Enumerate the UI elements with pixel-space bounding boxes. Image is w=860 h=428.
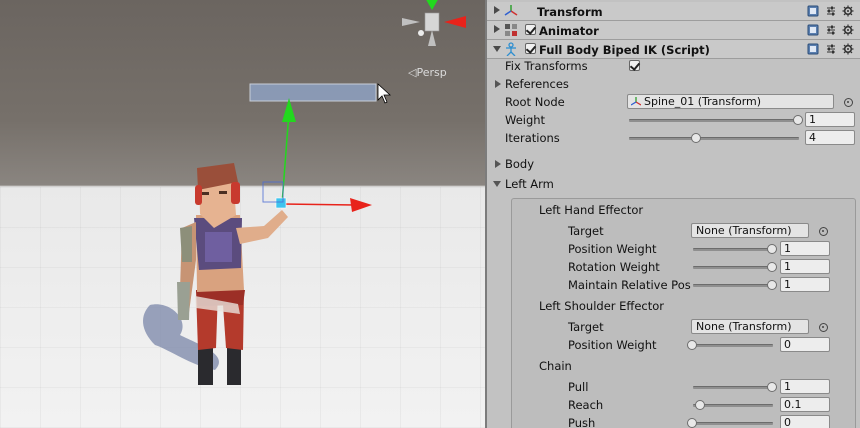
mouse-cursor-icon bbox=[377, 83, 392, 104]
iterations-label: Iterations bbox=[505, 131, 560, 145]
lh-maintain-relative-pos-field[interactable]: 1 bbox=[780, 277, 830, 292]
lh-target-label: Target bbox=[568, 224, 604, 238]
perspective-label[interactable]: ◁Persp bbox=[408, 66, 447, 79]
lh-rotation-weight-track[interactable] bbox=[693, 266, 773, 269]
object-picker-icon[interactable] bbox=[844, 98, 853, 107]
left-hand-effector-heading: Left Hand Effector bbox=[539, 203, 644, 217]
lh-rotation-weight-label: Rotation Weight bbox=[568, 260, 660, 274]
help-book-icon[interactable] bbox=[807, 24, 819, 36]
root-node-value: Spine_01 (Transform) bbox=[644, 95, 762, 108]
transform-component-header[interactable]: Transform bbox=[487, 2, 860, 21]
z-axis-handle[interactable] bbox=[275, 197, 287, 209]
reach-label: Reach bbox=[568, 398, 604, 412]
fold-arrow-icon[interactable] bbox=[493, 46, 501, 52]
animator-component-header[interactable]: Animator bbox=[487, 21, 860, 40]
lh-position-weight-thumb[interactable] bbox=[767, 244, 777, 254]
push-slider-thumb[interactable] bbox=[687, 418, 697, 428]
ls-position-weight-label: Position Weight bbox=[568, 338, 657, 352]
iterations-slider-track[interactable] bbox=[629, 137, 799, 140]
pull-slider-track[interactable] bbox=[693, 386, 773, 389]
left-arm-foldout[interactable]: Left Arm bbox=[505, 177, 554, 191]
preset-sliders-icon[interactable] bbox=[825, 24, 837, 36]
object-picker-icon[interactable] bbox=[819, 227, 828, 236]
transform-icon bbox=[631, 97, 641, 106]
help-book-icon[interactable] bbox=[807, 43, 819, 55]
root-node-field[interactable]: Spine_01 (Transform) bbox=[627, 94, 834, 109]
lh-position-weight-label: Position Weight bbox=[568, 242, 657, 256]
iterations-value-field[interactable]: 4 bbox=[805, 130, 855, 145]
ls-position-weight-field[interactable]: 0 bbox=[780, 337, 830, 352]
lh-position-weight-field[interactable]: 1 bbox=[780, 241, 830, 256]
ls-position-weight-thumb[interactable] bbox=[687, 340, 697, 350]
root-node-label: Root Node bbox=[505, 95, 565, 109]
lh-target-field[interactable]: None (Transform) bbox=[691, 223, 809, 238]
component-title: Transform bbox=[537, 5, 603, 19]
pull-slider-thumb[interactable] bbox=[767, 382, 777, 392]
push-label: Push bbox=[568, 416, 596, 428]
biped-ik-component-header[interactable]: Full Body Biped IK (Script) bbox=[487, 40, 860, 59]
reach-slider-thumb[interactable] bbox=[695, 400, 705, 410]
lh-rotation-weight-thumb[interactable] bbox=[767, 262, 777, 272]
fold-arrow-icon[interactable] bbox=[494, 25, 500, 33]
references-foldout[interactable]: References bbox=[505, 77, 569, 91]
x-axis-line[interactable] bbox=[281, 203, 356, 206]
scene-view[interactable]: ◁Persp bbox=[0, 0, 485, 428]
x-axis-arrow[interactable] bbox=[350, 198, 372, 212]
weight-label: Weight bbox=[505, 113, 546, 127]
lh-rotation-weight-field[interactable]: 1 bbox=[780, 259, 830, 274]
weight-slider-track[interactable] bbox=[629, 119, 799, 122]
scene-orientation-gizmo[interactable] bbox=[402, 0, 466, 46]
pull-label: Pull bbox=[568, 380, 589, 394]
left-arm-fold-arrow-icon[interactable] bbox=[493, 181, 501, 187]
chain-heading: Chain bbox=[539, 359, 572, 373]
reach-value-field[interactable]: 0.1 bbox=[780, 397, 830, 412]
transform-icon bbox=[504, 5, 518, 16]
fix-transforms-label: Fix Transforms bbox=[505, 59, 588, 73]
fix-transforms-checkbox[interactable] bbox=[629, 60, 640, 71]
preset-sliders-icon[interactable] bbox=[825, 43, 837, 55]
lh-maintain-relative-pos-label: Maintain Relative Pos bbox=[568, 278, 691, 292]
ls-target-field[interactable]: None (Transform) bbox=[691, 319, 809, 334]
script-icon bbox=[506, 42, 516, 56]
inspector-panel: Transform Animator Full Body Biped IK (S… bbox=[485, 0, 860, 428]
push-slider-track[interactable] bbox=[693, 422, 773, 425]
left-shoulder-effector-heading: Left Shoulder Effector bbox=[539, 299, 665, 313]
y-axis-arrow[interactable] bbox=[282, 98, 296, 122]
preset-sliders-icon[interactable] bbox=[825, 5, 837, 17]
body-foldout[interactable]: Body bbox=[505, 157, 534, 171]
iterations-slider-thumb[interactable] bbox=[691, 133, 701, 143]
biped-ik-enabled-checkbox[interactable] bbox=[525, 43, 536, 54]
weight-value-field[interactable]: 1 bbox=[805, 112, 855, 127]
animator-icon bbox=[505, 24, 517, 36]
body-fold-arrow-icon[interactable] bbox=[495, 160, 501, 168]
fold-arrow-icon[interactable] bbox=[494, 6, 500, 14]
scene-canvas bbox=[143, 0, 466, 385]
gear-icon[interactable] bbox=[842, 43, 854, 55]
lh-maintain-relative-pos-track[interactable] bbox=[693, 284, 773, 287]
reach-slider-track[interactable] bbox=[693, 404, 773, 407]
help-book-icon[interactable] bbox=[807, 5, 819, 17]
gear-icon[interactable] bbox=[842, 24, 854, 36]
push-value-field[interactable]: 0 bbox=[780, 415, 830, 428]
ls-target-label: Target bbox=[568, 320, 604, 334]
references-fold-arrow-icon[interactable] bbox=[495, 80, 501, 88]
lh-maintain-relative-pos-thumb[interactable] bbox=[767, 280, 777, 290]
move-gizmo[interactable] bbox=[249, 83, 377, 212]
gear-icon[interactable] bbox=[842, 5, 854, 17]
animator-enabled-checkbox[interactable] bbox=[525, 24, 536, 35]
lh-position-weight-track[interactable] bbox=[693, 248, 773, 251]
component-title: Animator bbox=[539, 24, 599, 38]
gizmo-plane-handle[interactable] bbox=[249, 83, 377, 102]
object-picker-icon[interactable] bbox=[819, 323, 828, 332]
weight-slider-thumb[interactable] bbox=[793, 115, 803, 125]
pull-value-field[interactable]: 1 bbox=[780, 379, 830, 394]
ls-position-weight-track[interactable] bbox=[693, 344, 773, 347]
component-title: Full Body Biped IK (Script) bbox=[539, 43, 710, 57]
